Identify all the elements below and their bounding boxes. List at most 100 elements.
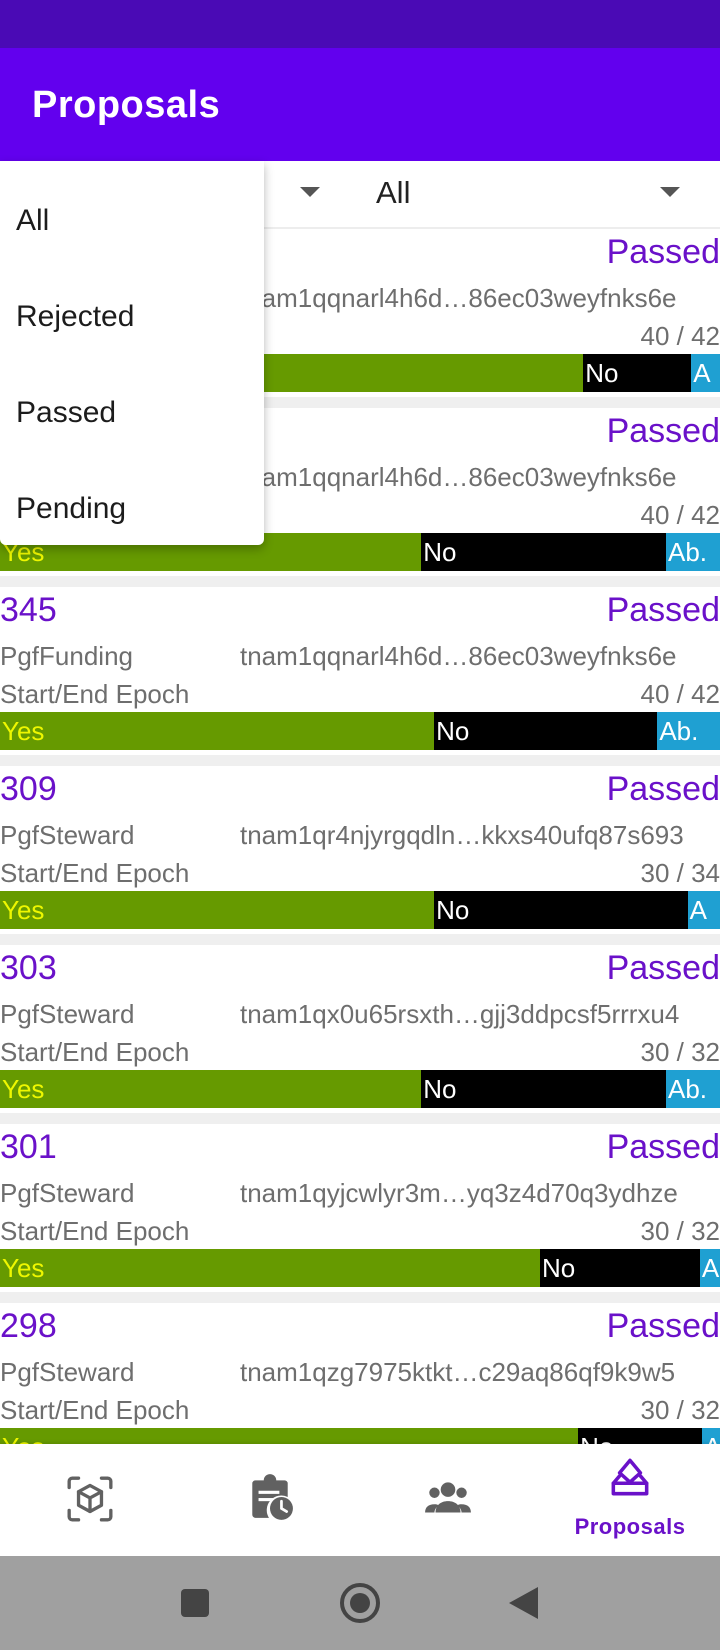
proposal-id: 345 (0, 591, 57, 629)
back-button[interactable] (490, 1556, 560, 1650)
vote-no-segment: No (434, 891, 688, 929)
nav-item-proposals[interactable]: Proposals (540, 1444, 720, 1556)
vote-abstain-segment-label: A (704, 1428, 720, 1444)
system-navigation-bar (0, 1556, 720, 1650)
vote-no-segment-label: No (436, 716, 470, 746)
epoch-range: 40 / 42 (640, 500, 720, 530)
vote-abstain-segment-label: Ab. (667, 537, 708, 567)
card-divider (0, 1292, 720, 1303)
proposal-status: Passed (606, 412, 720, 450)
proposal-type: PgfSteward (0, 999, 135, 1029)
vote-abstain-segment-label: A (701, 1253, 720, 1283)
vote-bar: Yes No A (0, 1249, 720, 1287)
home-circle-icon (340, 1583, 380, 1623)
proposal-id: 303 (0, 949, 57, 987)
vote-yes-segment-label: Yes (2, 716, 45, 746)
epoch-range: 40 / 42 (640, 321, 720, 351)
vote-yes-segment: Yes (0, 1428, 579, 1444)
proposal-author: tnam1qqnarl4h6d…86ec03weyfnks6e (240, 641, 677, 671)
vote-yes-segment: Yes (0, 1249, 540, 1287)
recents-button[interactable] (160, 1556, 230, 1650)
proposal-status: Passed (606, 949, 720, 987)
vote-no-segment-label: No (580, 1428, 613, 1444)
vote-no-segment: No (434, 712, 658, 750)
vote-bar: Yes No A (0, 1428, 720, 1444)
card-divider (0, 934, 720, 945)
epoch-label: Start/End Epoch (0, 858, 190, 888)
vote-abstain-segment: Ab. (665, 533, 720, 571)
vote-abstain-segment-label: Ab. (659, 716, 699, 746)
clipboard-clock-icon (252, 1474, 293, 1520)
dropdown-option-all[interactable]: All (0, 173, 264, 269)
proposal-id: 309 (0, 770, 57, 808)
vote-yes-segment-label: Yes (2, 1253, 45, 1283)
epoch-range: 30 / 34 (640, 858, 720, 888)
nav-label-proposals: Proposals (574, 1514, 686, 1539)
vote-yes-segment: Yes (0, 891, 435, 929)
vote-no-segment: No (421, 1070, 666, 1108)
back-triangle-icon (509, 1587, 538, 1619)
vote-abstain-segment-label: A (689, 895, 707, 925)
proposal-type: PgfSteward (0, 1178, 135, 1208)
people-icon (425, 1482, 471, 1513)
epoch-range: 40 / 42 (640, 679, 720, 709)
chevron-down-icon (300, 187, 320, 197)
proposal-card[interactable]: 345 Passed PgfFunding tnam1qqnarl4h6d…86ec0… (0, 587, 720, 755)
page-title: Proposals (32, 84, 221, 126)
vote-abstain-segment: A (687, 891, 720, 929)
vote-no-segment-label: No (585, 358, 619, 388)
vote-yes-segment: Yes (0, 1070, 422, 1108)
status-filter-dropdown: All Rejected Passed Pending (0, 161, 264, 545)
dropdown-option-passed[interactable]: Passed (0, 365, 264, 461)
proposal-author: tnam1qx0u65rsxth…gjj3ddpcsf5rrrxu4 (240, 999, 680, 1029)
vote-yes-segment-label: Yes (2, 895, 45, 925)
proposal-status: Passed (606, 770, 720, 808)
proposal-card[interactable]: 303 Passed PgfSteward tnam1qx0u65rsxth…gjj3… (0, 945, 720, 1113)
square-icon (181, 1589, 209, 1617)
home-button[interactable] (325, 1556, 395, 1650)
epoch-label: Start/End Epoch (0, 679, 190, 709)
vote-abstain-segment: Ab. (665, 1070, 720, 1108)
proposal-status: Passed (606, 1128, 720, 1166)
vote-no-segment: No (578, 1428, 702, 1444)
proposal-author: tnam1qqnarl4h6d…86ec03weyfnks6e (240, 462, 677, 492)
vote-bar: Yes No Ab. (0, 1070, 720, 1108)
epoch-label: Start/End Epoch (0, 1395, 190, 1425)
proposal-type: PgfSteward (0, 820, 135, 850)
proposal-author: tnam1qr4njyrgqdln…kkxs40ufq87s693 (240, 820, 684, 850)
vote-no-segment-label: No (542, 1253, 576, 1283)
epoch-range: 30 / 32 (640, 1395, 720, 1425)
vote-yes-segment-label: Yes (2, 1428, 44, 1444)
proposal-author: tnam1qqnarl4h6d…86ec03weyfnks6e (240, 283, 677, 313)
vote-bar: Yes No Ab. (0, 712, 720, 750)
vote-no-segment: No (583, 354, 692, 392)
card-divider (0, 576, 720, 587)
proposal-card[interactable]: 298 Passed PgfSteward tnam1qzg7975ktkt…c29a… (0, 1303, 720, 1444)
status-bar (0, 0, 720, 48)
proposal-author: tnam1qzg7975ktkt…c29aq86qf9k9w5 (240, 1357, 676, 1387)
vote-no-segment: No (421, 533, 666, 571)
proposal-status: Passed (606, 1307, 720, 1345)
nav-item-validators[interactable] (360, 1444, 540, 1556)
proposal-card[interactable]: 309 Passed PgfSteward tnam1qr4njyrgqdln…kkx… (0, 766, 720, 934)
proposal-card[interactable]: 301 Passed PgfSteward tnam1qyjcwlyr3m…yq3z4… (0, 1124, 720, 1292)
nav-item-history[interactable] (180, 1444, 360, 1556)
dropdown-option-pending[interactable]: Pending (0, 461, 264, 557)
vote-box-icon (611, 1458, 649, 1496)
type-filter[interactable]: All (360, 161, 720, 229)
proposal-id: 298 (0, 1307, 57, 1345)
vote-bar: Yes No A (0, 891, 720, 929)
proposal-status: Passed (606, 591, 720, 629)
vote-no-segment-label: No (436, 895, 470, 925)
proposal-type: PgfSteward (0, 1357, 135, 1387)
vote-abstain-segment: A (699, 1249, 720, 1287)
app-bar: Proposals (0, 48, 720, 161)
vote-abstain-segment-label: Ab. (667, 1074, 708, 1104)
vote-abstain-segment: A (701, 1428, 720, 1444)
vote-yes-segment-label: Yes (2, 1074, 45, 1104)
dropdown-option-rejected[interactable]: Rejected (0, 269, 264, 365)
proposal-status: Passed (606, 233, 720, 271)
epoch-range: 30 / 32 (640, 1216, 720, 1246)
chevron-down-icon (660, 187, 680, 197)
nav-item-blocks[interactable] (0, 1444, 180, 1556)
